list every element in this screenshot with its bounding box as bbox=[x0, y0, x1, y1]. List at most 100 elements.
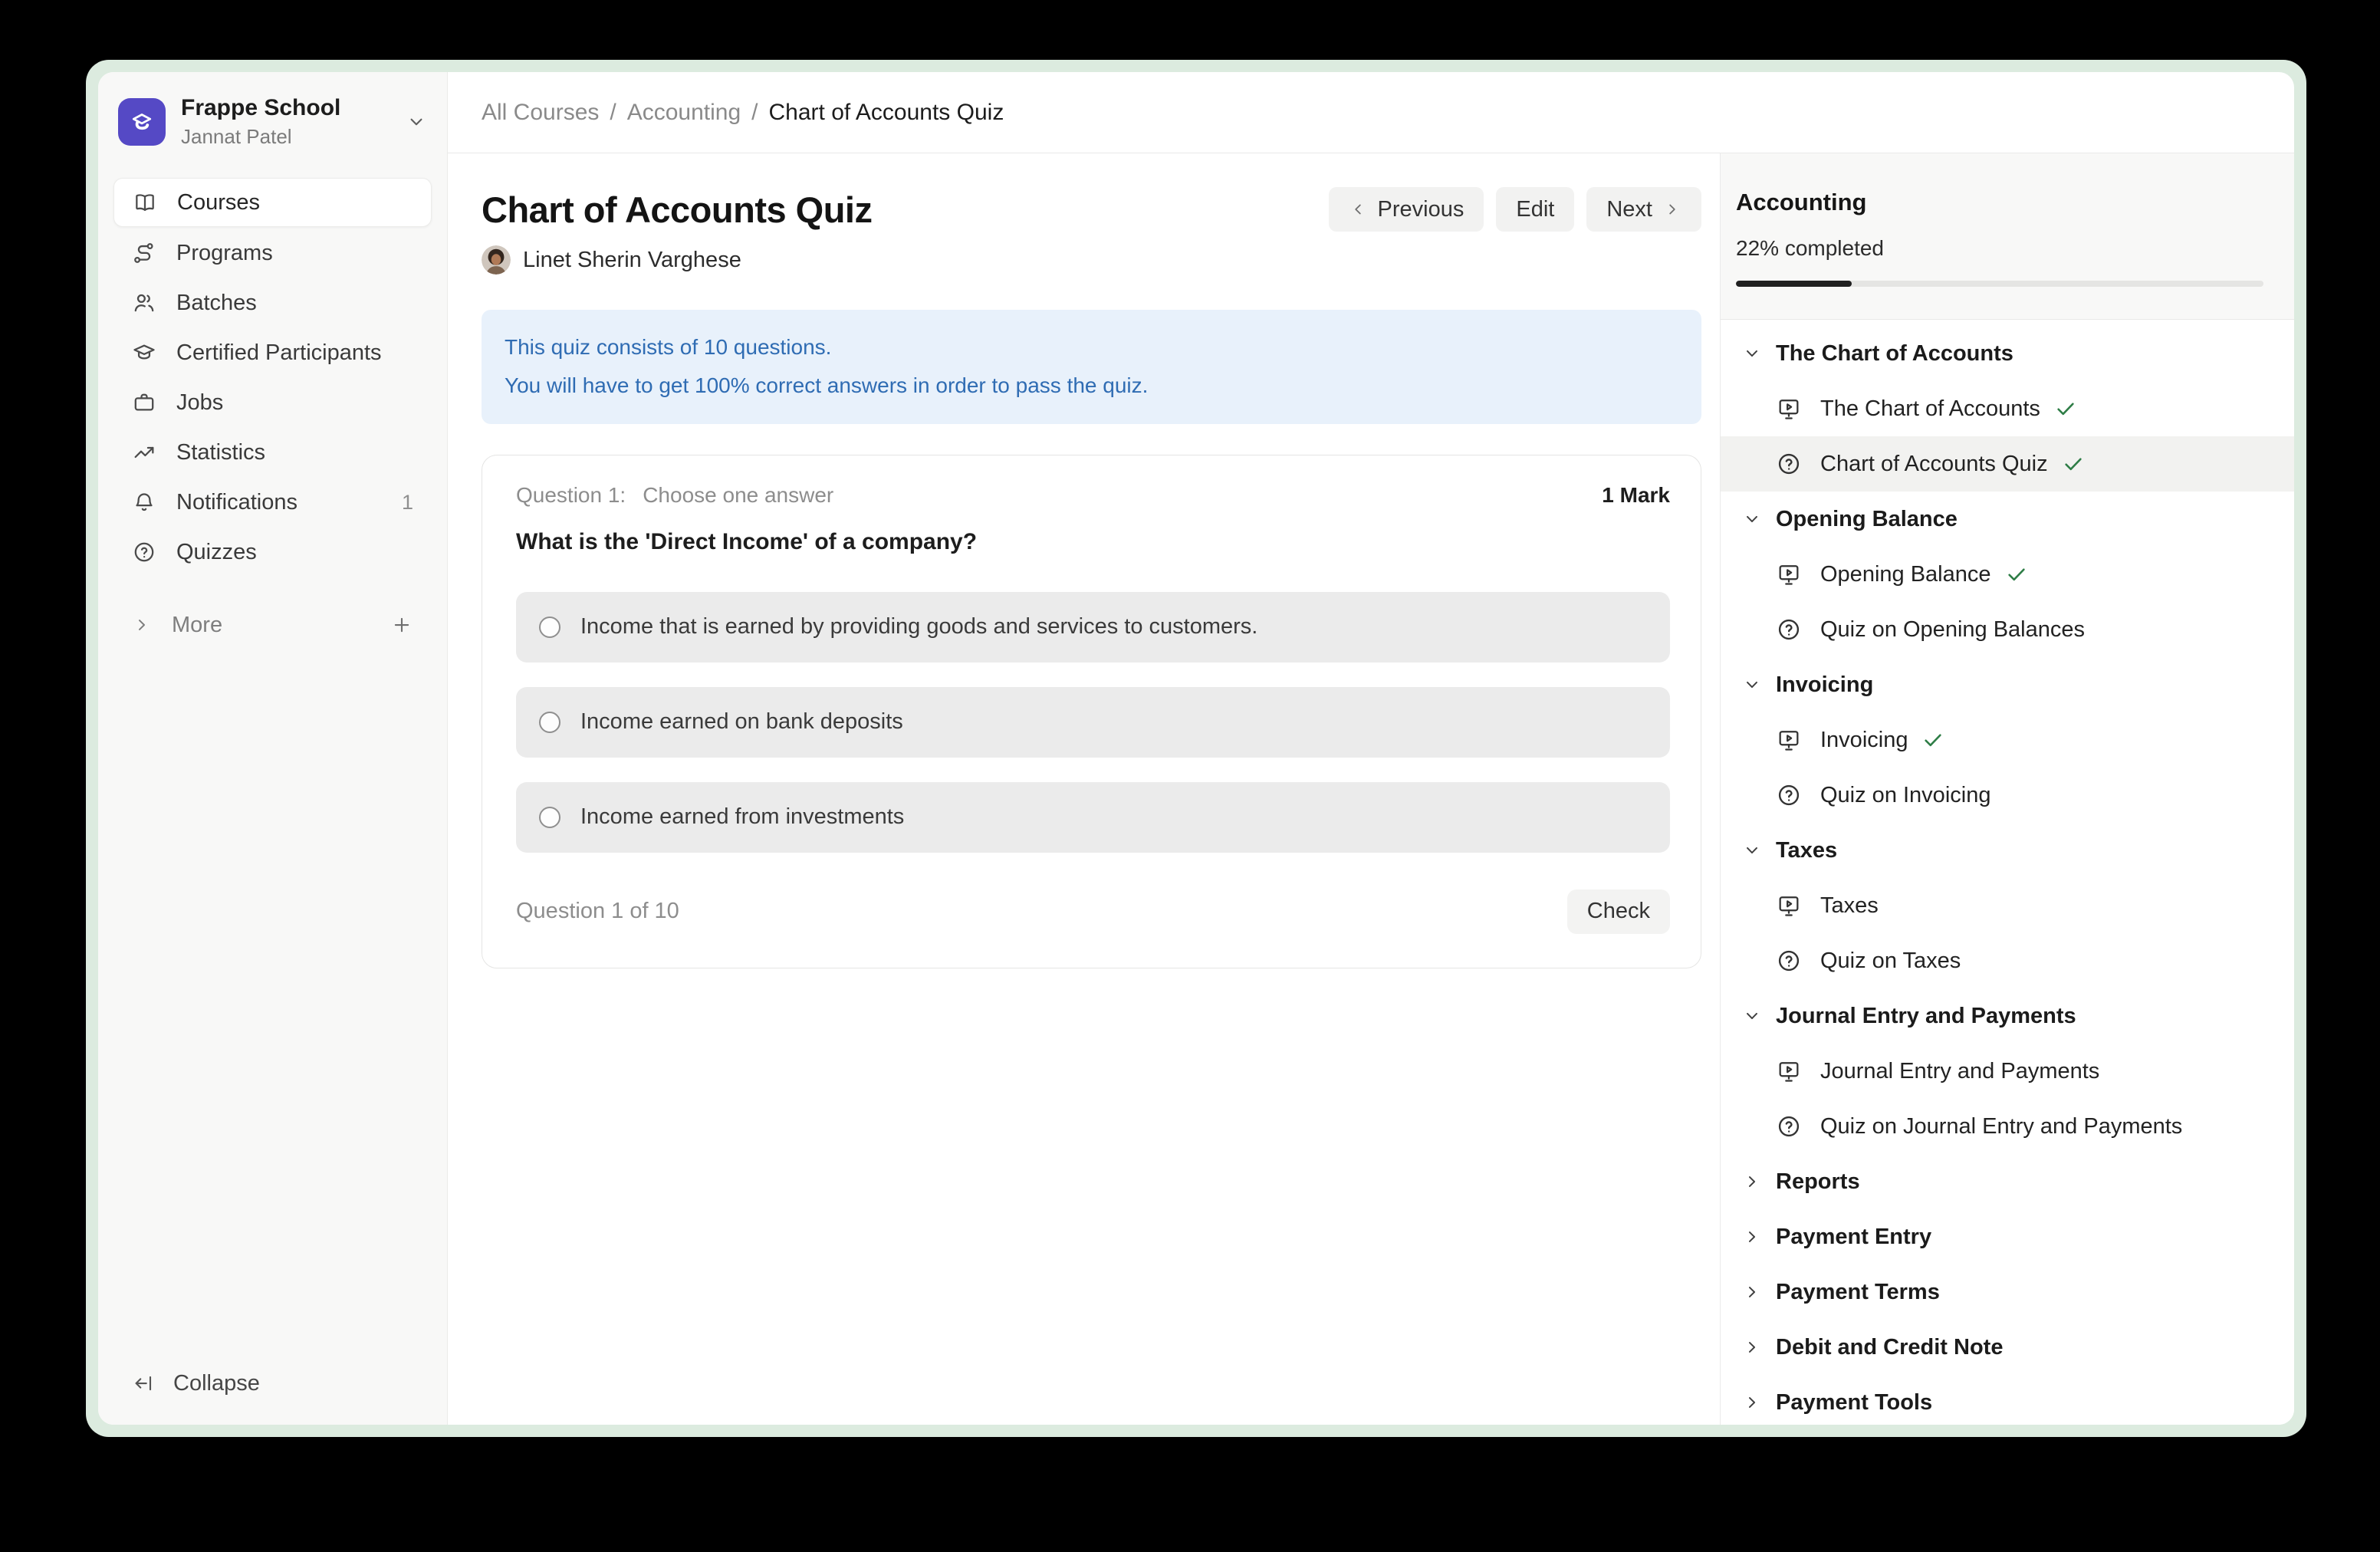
radio-button[interactable] bbox=[539, 617, 560, 638]
graduation-cap-icon bbox=[132, 340, 156, 365]
radio-button[interactable] bbox=[539, 712, 560, 733]
lesson-label: Journal Entry and Payments bbox=[1820, 1059, 2099, 1084]
sidebar-item-programs[interactable]: Programs bbox=[113, 229, 432, 277]
plus-icon[interactable] bbox=[390, 613, 413, 636]
lesson-label: Invoicing bbox=[1820, 728, 1908, 753]
outline-lesson[interactable]: Quiz on Taxes bbox=[1721, 933, 2294, 988]
outline-chapter-collapsed[interactable]: Reports bbox=[1721, 1154, 2294, 1209]
outline-chapter[interactable]: The Chart of Accounts bbox=[1721, 326, 2294, 381]
lesson-label: Quiz on Journal Entry and Payments bbox=[1820, 1114, 2182, 1139]
outline-lesson[interactable]: Opening Balance bbox=[1721, 547, 2294, 602]
sidebar-item-label: Programs bbox=[176, 241, 273, 266]
question-pagination: Question 1 of 10 bbox=[516, 899, 679, 924]
chevron-down-icon bbox=[1742, 840, 1762, 860]
notice-line-1: This quiz consists of 10 questions. bbox=[505, 328, 1678, 367]
sidebar-item-certified-participants[interactable]: Certified Participants bbox=[113, 329, 432, 376]
content-region: All Courses / Accounting / Chart of Acco… bbox=[448, 72, 2294, 1425]
outline-lesson[interactable]: Quiz on Journal Entry and Payments bbox=[1721, 1099, 2294, 1154]
outline-lesson[interactable]: The Chart of Accounts bbox=[1721, 381, 2294, 436]
top-header: All Courses / Accounting / Chart of Acco… bbox=[448, 72, 2294, 153]
monitor-play-icon bbox=[1776, 1058, 1802, 1084]
outline-chapter-collapsed[interactable]: Payment Terms bbox=[1721, 1264, 2294, 1320]
collapse-sidebar-button[interactable]: Collapse bbox=[113, 1362, 432, 1405]
question-card: Question 1: Choose one answer 1 Mark Wha… bbox=[482, 455, 1701, 968]
outline-lesson-current[interactable]: Chart of Accounts Quiz bbox=[1721, 436, 2294, 492]
chapter-label: Taxes bbox=[1776, 838, 1837, 863]
chevron-right-icon bbox=[1742, 1393, 1762, 1412]
sidebar-item-label: Quizzes bbox=[176, 540, 257, 565]
answer-option-1[interactable]: Income that is earned by providing goods… bbox=[516, 592, 1670, 663]
app-window: Frappe School Jannat Patel Courses Progr… bbox=[86, 60, 2306, 1437]
outline-lesson[interactable]: Invoicing bbox=[1721, 712, 2294, 768]
outline-chapter[interactable]: Invoicing bbox=[1721, 657, 2294, 712]
chapter-label: Reports bbox=[1776, 1169, 1860, 1195]
answer-option-2[interactable]: Income earned on bank deposits bbox=[516, 687, 1670, 758]
monitor-play-icon bbox=[1776, 727, 1802, 753]
quiz-nav-actions: Previous Edit Next bbox=[1329, 187, 1701, 232]
breadcrumb-all-courses[interactable]: All Courses bbox=[482, 100, 599, 126]
next-label: Next bbox=[1606, 197, 1652, 222]
sidebar-item-statistics[interactable]: Statistics bbox=[113, 429, 432, 476]
outline-chapter[interactable]: Taxes bbox=[1721, 823, 2294, 878]
sidebar-item-batches[interactable]: Batches bbox=[113, 279, 432, 327]
chapter-label: Payment Terms bbox=[1776, 1280, 1940, 1305]
quiz-help-icon bbox=[1776, 948, 1802, 974]
breadcrumb-accounting[interactable]: Accounting bbox=[627, 100, 741, 126]
brand-name: Frappe School bbox=[181, 95, 340, 121]
question-header: Question 1: Choose one answer 1 Mark bbox=[516, 483, 1670, 508]
sidebar-item-more[interactable]: More bbox=[113, 601, 432, 649]
option-label: Income earned from investments bbox=[580, 804, 904, 830]
sidebar-spacer bbox=[113, 649, 432, 1362]
breadcrumb-separator: / bbox=[610, 100, 616, 126]
lesson-label: Quiz on Invoicing bbox=[1820, 783, 1990, 808]
previous-label: Previous bbox=[1378, 197, 1464, 222]
option-label: Income that is earned by providing goods… bbox=[580, 614, 1257, 640]
outline-chapter[interactable]: Journal Entry and Payments bbox=[1721, 988, 2294, 1044]
previous-button[interactable]: Previous bbox=[1329, 187, 1484, 232]
sidebar-item-label: Statistics bbox=[176, 440, 265, 465]
sidebar-item-label: Jobs bbox=[176, 390, 223, 416]
outline-tree[interactable]: The Chart of Accounts The Chart of Accou… bbox=[1721, 320, 2294, 1425]
chevron-down-icon bbox=[1742, 344, 1762, 363]
outline-lesson[interactable]: Taxes bbox=[1721, 878, 2294, 933]
lesson-label: Chart of Accounts Quiz bbox=[1820, 452, 2048, 477]
question-footer: Question 1 of 10 Check bbox=[516, 889, 1670, 934]
check-icon bbox=[2054, 397, 2077, 420]
chapter-label: Invoicing bbox=[1776, 672, 1873, 698]
outline-chapter-collapsed[interactable]: Debit and Credit Note bbox=[1721, 1320, 2294, 1375]
outline-lesson[interactable]: Quiz on Opening Balances bbox=[1721, 602, 2294, 657]
check-icon bbox=[2062, 452, 2085, 475]
left-sidebar: Frappe School Jannat Patel Courses Progr… bbox=[98, 72, 448, 1425]
sidebar-item-jobs[interactable]: Jobs bbox=[113, 379, 432, 426]
answer-option-3[interactable]: Income earned from investments bbox=[516, 782, 1670, 853]
breadcrumb: All Courses / Accounting / Chart of Acco… bbox=[482, 100, 1004, 126]
check-button[interactable]: Check bbox=[1567, 889, 1670, 934]
outline-chapter-collapsed[interactable]: Payment Tools bbox=[1721, 1375, 2294, 1425]
outline-lesson[interactable]: Journal Entry and Payments bbox=[1721, 1044, 2294, 1099]
workspace-switcher[interactable]: Frappe School Jannat Patel bbox=[113, 92, 432, 152]
edit-button[interactable]: Edit bbox=[1496, 187, 1574, 232]
outline-lesson[interactable]: Quiz on Invoicing bbox=[1721, 768, 2294, 823]
chevron-right-icon bbox=[1742, 1172, 1762, 1192]
chevron-down-icon bbox=[1742, 509, 1762, 529]
monitor-play-icon bbox=[1776, 396, 1802, 422]
progress-text: 22% completed bbox=[1736, 236, 2263, 261]
brand-user-name: Jannat Patel bbox=[181, 125, 340, 149]
chapter-label: Payment Entry bbox=[1776, 1225, 1931, 1250]
course-outline-panel: Accounting 22% completed The Chart of Ac… bbox=[1720, 153, 2294, 1425]
screen: Frappe School Jannat Patel Courses Progr… bbox=[0, 0, 2380, 1552]
chevron-right-icon bbox=[1742, 1227, 1762, 1247]
title-row: Chart of Accounts Quiz Previous Edit bbox=[482, 187, 1701, 232]
sidebar-more-label: More bbox=[172, 613, 222, 638]
check-icon bbox=[1921, 728, 1944, 751]
sidebar-item-quizzes[interactable]: Quizzes bbox=[113, 528, 432, 576]
quiz-help-icon bbox=[1776, 1113, 1802, 1139]
radio-button[interactable] bbox=[539, 807, 560, 828]
lesson-label: Quiz on Opening Balances bbox=[1820, 617, 2085, 643]
next-button[interactable]: Next bbox=[1586, 187, 1701, 232]
outline-chapter[interactable]: Opening Balance bbox=[1721, 492, 2294, 547]
outline-chapter-collapsed[interactable]: Payment Entry bbox=[1721, 1209, 2294, 1264]
sidebar-item-notifications[interactable]: Notifications 1 bbox=[113, 478, 432, 526]
author-row: Linet Sherin Varghese bbox=[482, 245, 1701, 275]
sidebar-item-courses[interactable]: Courses bbox=[113, 178, 432, 227]
